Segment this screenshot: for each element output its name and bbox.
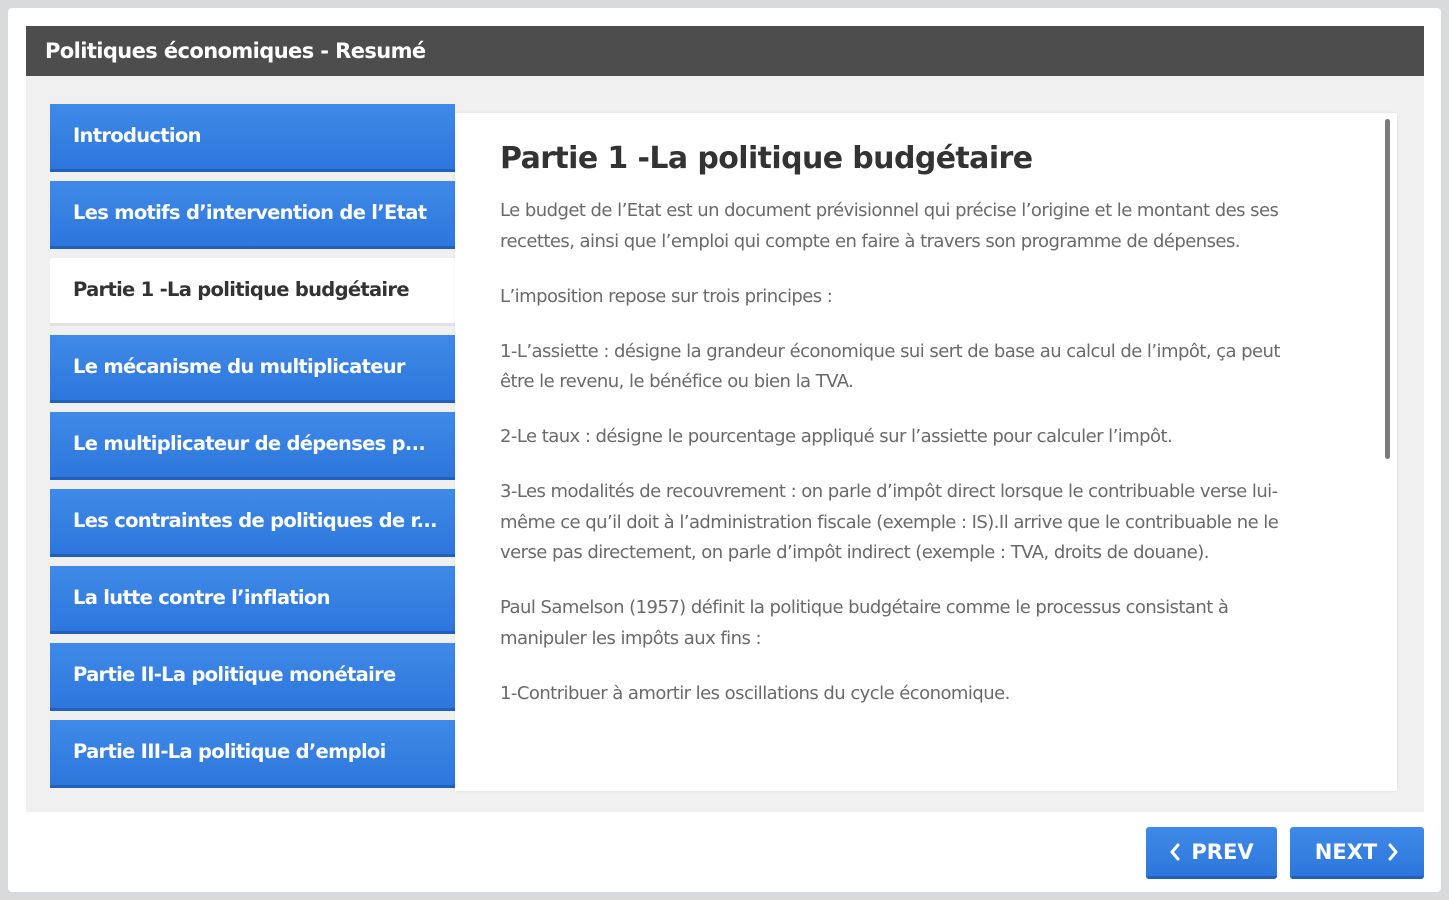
sidebar-item-politique-emploi[interactable]: Partie III-La politique d’emploi <box>50 720 455 788</box>
content-body: Partie 1 -La politique budgétaire Le bud… <box>455 113 1355 709</box>
content-paragraph: 1-Contribuer à amortir les oscillations … <box>500 682 1010 704</box>
prev-button-label: PREV <box>1191 839 1254 864</box>
sidebar-item-politique-budgetaire[interactable]: Partie 1 -La politique budgétaire <box>50 258 455 326</box>
sidebar-item-contraintes-politiques[interactable]: Les contraintes de politiques de r... <box>50 489 455 557</box>
content-paragraph: L’imposition repose sur trois principes … <box>500 285 833 307</box>
content-paragraph: 2-Le taux : désigne le pourcentage appli… <box>500 426 1173 447</box>
content-paragraph: Paul Samelson (1957) définit la politiqu… <box>500 597 1229 649</box>
content-scrollbar[interactable] <box>1385 119 1390 459</box>
app-window: Politiques économiques - Resumé Introduc… <box>8 8 1441 892</box>
content-pane[interactable]: Partie 1 -La politique budgétaire Le bud… <box>455 113 1397 791</box>
content-heading: Partie 1 -La politique budgétaire <box>500 141 1033 176</box>
prev-button[interactable]: PREV <box>1146 827 1277 879</box>
next-button-label: NEXT <box>1314 839 1378 864</box>
sidebar-item-motifs-intervention[interactable]: Les motifs d’intervention de l’Etat <box>50 181 455 249</box>
sidebar-item-mecanisme-multiplicateur[interactable]: Le mécanisme du multiplicateur <box>50 335 455 403</box>
content-paragraph: Le budget de l’Etat est un document prév… <box>500 200 1279 252</box>
main-panel: Introduction Les motifs d’intervention d… <box>26 76 1424 812</box>
content-paragraph: 1-L’assiette : désigne la grandeur écono… <box>500 340 1280 393</box>
window-title: Politiques économiques - Resumé <box>26 26 1424 76</box>
sidebar-item-politique-monetaire[interactable]: Partie II-La politique monétaire <box>50 643 455 711</box>
sidebar-item-lutte-inflation[interactable]: La lutte contre l’inflation <box>50 566 455 634</box>
content-paragraph: 3-Les modalités de recouvrement : on par… <box>500 481 1279 563</box>
sidebar-item-introduction[interactable]: Introduction <box>50 104 455 172</box>
chevron-left-icon <box>1170 843 1180 860</box>
next-button[interactable]: NEXT <box>1290 827 1424 879</box>
sidebar-item-multiplicateur-depenses[interactable]: Le multiplicateur de dépenses p... <box>50 412 455 480</box>
chevron-right-icon <box>1388 843 1398 860</box>
